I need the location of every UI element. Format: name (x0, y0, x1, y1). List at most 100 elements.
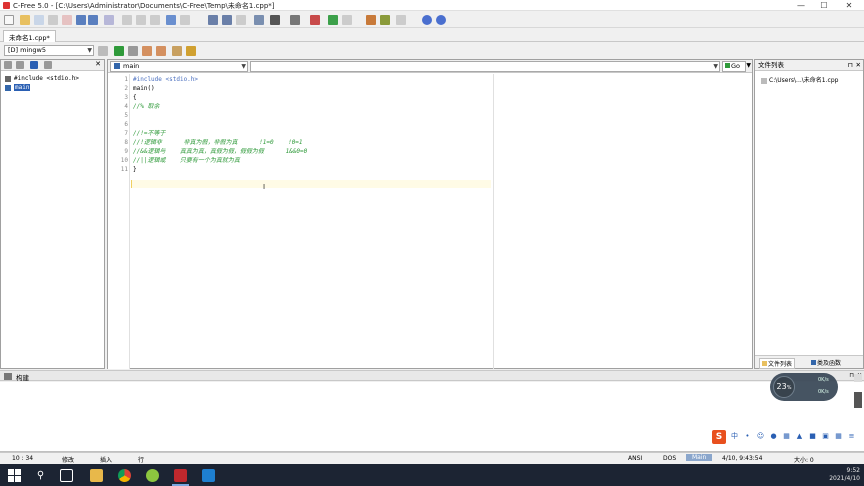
microphone-icon[interactable]: ● (769, 432, 778, 441)
bookmark-icon[interactable] (328, 15, 338, 25)
find-in-files-icon[interactable] (222, 15, 232, 25)
file-list-item[interactable]: C:\Users\...\未命名1.cpp (761, 75, 838, 84)
open-recent-icon[interactable] (34, 15, 44, 25)
file-icon (761, 77, 767, 84)
maximize-button[interactable]: ☐ (815, 0, 833, 11)
close-icon[interactable]: ✕ (95, 60, 101, 68)
tree-item-main[interactable]: main (5, 84, 31, 91)
task-view-icon[interactable] (60, 469, 73, 482)
line-number: 1 (124, 76, 128, 83)
shirt-icon[interactable]: ■ (808, 432, 817, 441)
project-icon[interactable] (366, 15, 376, 25)
replace-icon[interactable] (236, 15, 246, 25)
minimize-button[interactable]: — (792, 0, 810, 11)
go-button[interactable]: Go (722, 61, 746, 72)
tree-item-include[interactable]: #include <stdio.h> (5, 75, 79, 82)
stop-icon[interactable] (128, 46, 138, 56)
view-icon[interactable] (30, 61, 38, 69)
ime-language[interactable]: 中 (730, 432, 739, 441)
tab-file[interactable]: 未命名1.cpp* (3, 30, 56, 42)
line-number: 6 (124, 121, 128, 128)
close-button[interactable]: ✕ (840, 0, 858, 11)
emoji-icon[interactable]: ☺ (756, 432, 765, 441)
help-icon[interactable] (422, 15, 432, 25)
new-file-icon[interactable] (4, 15, 14, 25)
line-number: 10 (120, 157, 128, 164)
compiler-select[interactable]: [D] mingw5 ▼ (4, 45, 94, 56)
cpu-gauge: 23% (773, 376, 795, 398)
text-cursor-icon: I (263, 183, 266, 191)
run-icon[interactable] (114, 46, 124, 56)
compiler-settings-icon[interactable] (98, 46, 108, 56)
copy-icon[interactable] (136, 15, 146, 25)
file-list-header: 文件列表 ⊓ ✕ (755, 60, 863, 71)
save-icon[interactable] (76, 15, 86, 25)
revert-icon[interactable] (62, 15, 72, 25)
file-size: 大小: 0 (794, 457, 814, 464)
sogou-logo-icon[interactable]: S (712, 430, 726, 444)
build-icon[interactable] (156, 46, 166, 56)
goto-icon[interactable] (254, 15, 264, 25)
tools-icon[interactable] (380, 15, 390, 25)
chrome-icon[interactable] (118, 469, 131, 482)
screen-recorder-icon[interactable] (202, 469, 215, 482)
code-area[interactable]: 1 #include <stdio.h> 2 main() 3 { 4 //% … (108, 74, 752, 369)
line-number: 11 (120, 166, 128, 173)
compile-icon[interactable] (142, 46, 152, 56)
open-folder-icon[interactable] (20, 15, 30, 25)
next-bookmark-icon[interactable] (342, 15, 352, 25)
skin-icon[interactable]: ▲ (795, 432, 804, 441)
keyboard-icon[interactable]: ▦ (782, 432, 791, 441)
build-title: 构建 (16, 374, 29, 382)
code-line: //% 取余 (133, 103, 160, 110)
search-icon[interactable]: ⚲ (34, 469, 47, 482)
undo-icon[interactable] (166, 15, 176, 25)
find-icon[interactable] (208, 15, 218, 25)
chevron-down-icon: ▼ (87, 47, 92, 54)
options-icon[interactable] (396, 15, 406, 25)
close-icon[interactable]: ✕ (856, 60, 861, 71)
about-icon[interactable] (436, 15, 446, 25)
c-free-icon[interactable] (174, 469, 187, 482)
step-icon[interactable] (186, 46, 196, 56)
upload-speed: 0K/s (818, 377, 829, 383)
tab-file-list[interactable]: 文件列表 (759, 358, 796, 369)
browser-360-icon[interactable] (146, 469, 159, 482)
format-icon[interactable] (290, 15, 300, 25)
line-number: 8 (124, 139, 128, 146)
refresh-icon[interactable] (44, 61, 52, 69)
cut-icon[interactable] (122, 15, 132, 25)
windows-start-icon[interactable] (8, 469, 21, 482)
member-select[interactable]: ▼ (250, 61, 720, 72)
filter-icon[interactable] (16, 61, 24, 69)
sort-icon[interactable] (4, 61, 12, 69)
line-mode: 行 (138, 457, 145, 464)
main-toolbar (0, 12, 864, 28)
code-line: //!逻辑非 非真为假，非假为真 !1=0 !0=1 (133, 139, 303, 146)
system-clock[interactable]: 9:52 2021/4/10 (829, 467, 860, 483)
code-line: //&&逻辑与 真真为真，真假为假，假假为假 1&&0=0 (133, 148, 308, 155)
toolbox-icon[interactable]: ▣ (821, 432, 830, 441)
debug-icon[interactable] (172, 46, 182, 56)
function-select[interactable]: main ▼ (110, 61, 248, 72)
chevron-down-icon[interactable]: ▼ (746, 62, 751, 69)
print-icon[interactable] (104, 15, 114, 25)
save-all-icon[interactable] (88, 15, 98, 25)
tab-classes[interactable]: 类及函数 (809, 358, 843, 367)
font-icon[interactable] (270, 15, 280, 25)
close-file-icon[interactable] (48, 15, 58, 25)
comment-icon[interactable] (310, 15, 320, 25)
grid-icon[interactable]: ▦ (834, 432, 843, 441)
download-speed: 0K/s (818, 389, 829, 395)
paste-icon[interactable] (150, 15, 160, 25)
scroll-up-icon[interactable] (854, 374, 862, 382)
punctuation-icon[interactable]: • (743, 432, 752, 441)
pin-icon[interactable]: ⊓ (848, 60, 853, 71)
build-panel-header: 构建 ⊓ ✕ (0, 370, 864, 382)
more-icon[interactable]: ≡ (847, 432, 856, 441)
scroll-thumb[interactable] (854, 392, 862, 408)
network-monitor-widget[interactable]: 23% 0K/s 0K/s (770, 373, 838, 401)
line-number: 3 (124, 94, 128, 101)
file-explorer-icon[interactable] (90, 469, 103, 482)
redo-icon[interactable] (180, 15, 190, 25)
